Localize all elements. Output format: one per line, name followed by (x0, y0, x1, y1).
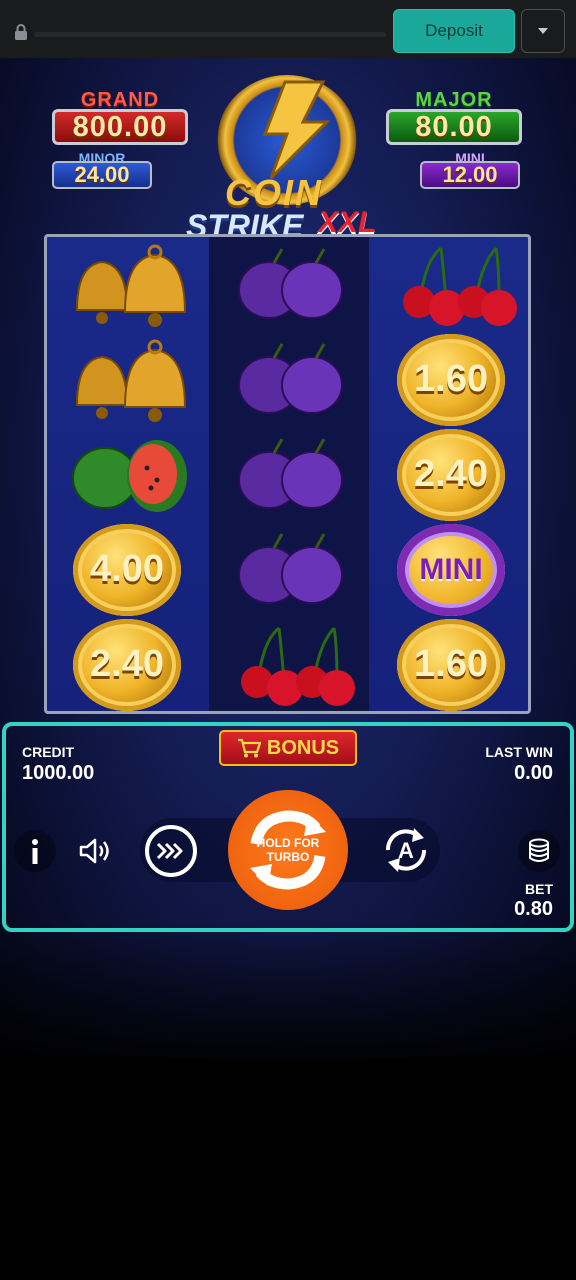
coin-value: 1.60 (397, 618, 505, 711)
coin-value: 1.60 (397, 333, 505, 426)
autoplay-button[interactable]: A (378, 822, 434, 878)
credit-value: 1000.00 (22, 762, 95, 784)
lightning-bolt-icon (262, 80, 331, 180)
plum-icon (238, 247, 343, 319)
plum-symbol (209, 427, 369, 522)
reel-1: 4.00 2.40 (47, 237, 207, 711)
mini-jackpot-value: 12.00 (420, 161, 520, 189)
cherry-symbol (371, 237, 531, 332)
top-bar: Deposit (0, 0, 576, 58)
reel-2 (209, 237, 369, 711)
coin-value: 4.00 (73, 523, 181, 616)
info-button[interactable] (14, 830, 56, 872)
bonus-label: BONUS (266, 736, 340, 759)
cherry-symbol (209, 617, 369, 712)
plum-symbol (209, 332, 369, 427)
chevron-down-icon (538, 28, 548, 34)
bet-value: 0.80 (514, 898, 553, 920)
coin-symbol: 4.00 (47, 522, 207, 617)
coin-symbol: 2.40 (371, 427, 531, 522)
shopping-cart-icon (237, 738, 261, 758)
turbo-label: HOLD FOR TURBO (256, 836, 320, 864)
grand-jackpot-value: 800.00 (52, 109, 188, 145)
major-jackpot-value: 80.00 (386, 109, 522, 145)
last-win-label: LAST WIN (485, 744, 553, 760)
loading-progress-bar (34, 32, 386, 37)
svg-text:A: A (398, 838, 414, 863)
bottom-fade (0, 920, 576, 1120)
plum-icon (238, 532, 343, 604)
minor-jackpot-value: 24.00 (52, 161, 152, 189)
coin-value: 2.40 (397, 428, 505, 521)
credit-label: CREDIT (22, 744, 75, 760)
mini-coin-symbol: MINI (371, 522, 531, 617)
plum-icon (238, 342, 343, 414)
menu-dropdown-button[interactable] (521, 9, 565, 53)
coin-symbol: 2.40 (47, 617, 207, 712)
bell-icon (75, 339, 187, 422)
spin-button[interactable]: HOLD FOR TURBO (228, 790, 348, 910)
reels-frame: 4.00 2.40 1.60 2.40 MINI 1.60 (44, 234, 531, 714)
watermelon-symbol (47, 427, 207, 522)
plum-icon (238, 437, 343, 509)
bonus-buy-button[interactable]: BONUS (219, 730, 357, 766)
coin-value: MINI (397, 523, 505, 616)
coin-stack-icon (529, 838, 549, 862)
fast-forward-icon (156, 842, 183, 860)
info-icon (32, 839, 38, 864)
bet-settings-button[interactable] (518, 830, 560, 872)
last-win-value: 0.00 (514, 762, 553, 784)
bell-symbol (47, 237, 207, 332)
bell-icon (75, 244, 187, 327)
bet-label: BET (525, 881, 553, 897)
quick-spin-button[interactable] (145, 825, 197, 877)
cherry-icon (241, 626, 355, 706)
coin-value: 2.40 (73, 618, 181, 711)
bell-symbol (47, 332, 207, 427)
reel-3: 1.60 2.40 MINI 1.60 (371, 237, 531, 711)
autoplay-icon: A (385, 828, 427, 872)
watermelon-icon (72, 439, 187, 512)
sound-button[interactable] (74, 830, 116, 872)
coin-symbol: 1.60 (371, 332, 531, 427)
speaker-icon (79, 838, 109, 864)
lock-icon (15, 24, 27, 40)
plum-symbol (209, 237, 369, 332)
plum-symbol (209, 522, 369, 617)
coin-symbol: 1.60 (371, 617, 531, 712)
cherry-icon (403, 246, 517, 326)
deposit-button[interactable]: Deposit (393, 9, 515, 53)
